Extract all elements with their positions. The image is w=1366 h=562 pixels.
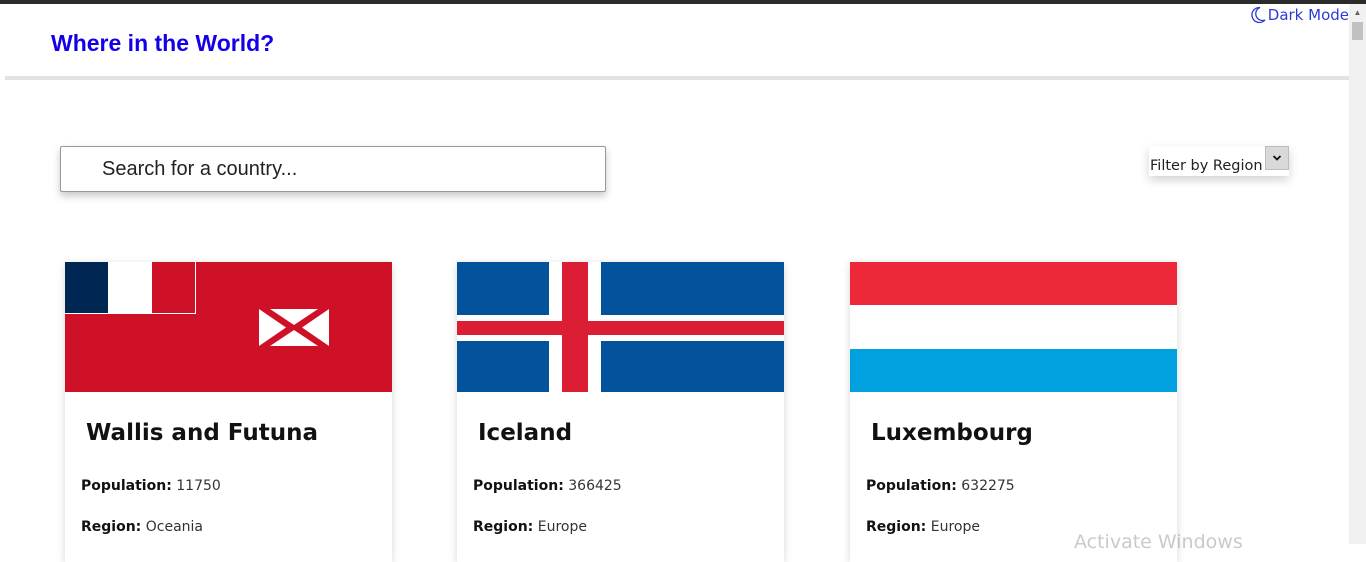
population-label: Population: — [866, 478, 957, 494]
country-name: Luxembourg — [871, 420, 1033, 446]
region-value: Europe — [930, 519, 980, 535]
site-title[interactable]: Where in the World? — [51, 30, 274, 57]
region-label: Region: — [866, 519, 927, 535]
region-value: Europe — [537, 519, 587, 535]
country-card-luxembourg[interactable]: Luxembourg Population: 632275 Region: Eu… — [850, 262, 1177, 562]
region-stat: Region: Oceania — [81, 519, 203, 535]
moon-icon — [1250, 6, 1266, 24]
search-box — [60, 146, 606, 192]
dark-mode-toggle[interactable]: Dark Mode — [1250, 6, 1349, 24]
region-stat: Region: Europe — [866, 519, 980, 535]
flag-image — [65, 262, 392, 392]
region-value: Oceania — [145, 519, 203, 535]
population-value: 632275 — [961, 478, 1015, 494]
page-scrollbar[interactable]: ▲ — [1349, 4, 1366, 544]
population-stat: Population: 632275 — [866, 478, 1015, 494]
scroll-up-arrow-icon[interactable]: ▲ — [1349, 4, 1366, 21]
header-divider — [5, 76, 1349, 80]
chevron-down-icon[interactable] — [1265, 146, 1289, 170]
country-card-wallis-and-futuna[interactable]: Wallis and Futuna Population: 11750 Regi… — [65, 262, 392, 562]
country-card-iceland[interactable]: Iceland Population: 366425 Region: Europ… — [457, 262, 784, 562]
flag-image — [457, 262, 784, 392]
region-stat: Region: Europe — [473, 519, 587, 535]
region-filter-value: Filter by Region — [1150, 158, 1263, 174]
country-name: Wallis and Futuna — [86, 420, 318, 446]
region-label: Region: — [81, 519, 142, 535]
population-label: Population: — [473, 478, 564, 494]
population-stat: Population: 366425 — [473, 478, 622, 494]
region-label: Region: — [473, 519, 534, 535]
flag-image — [850, 262, 1177, 392]
country-name: Iceland — [478, 420, 573, 446]
population-label: Population: — [81, 478, 172, 494]
dark-mode-label: Dark Mode — [1267, 6, 1349, 24]
search-input[interactable] — [61, 146, 605, 192]
population-value: 366425 — [568, 478, 622, 494]
region-filter-select[interactable]: Filter by Region — [1149, 146, 1289, 176]
site-header: Where in the World? Dark Mode — [5, 4, 1349, 76]
population-value: 11750 — [176, 478, 221, 494]
scrollbar-thumb[interactable] — [1352, 22, 1363, 40]
os-activation-watermark: Activate Windows — [1074, 531, 1243, 553]
population-stat: Population: 11750 — [81, 478, 221, 494]
